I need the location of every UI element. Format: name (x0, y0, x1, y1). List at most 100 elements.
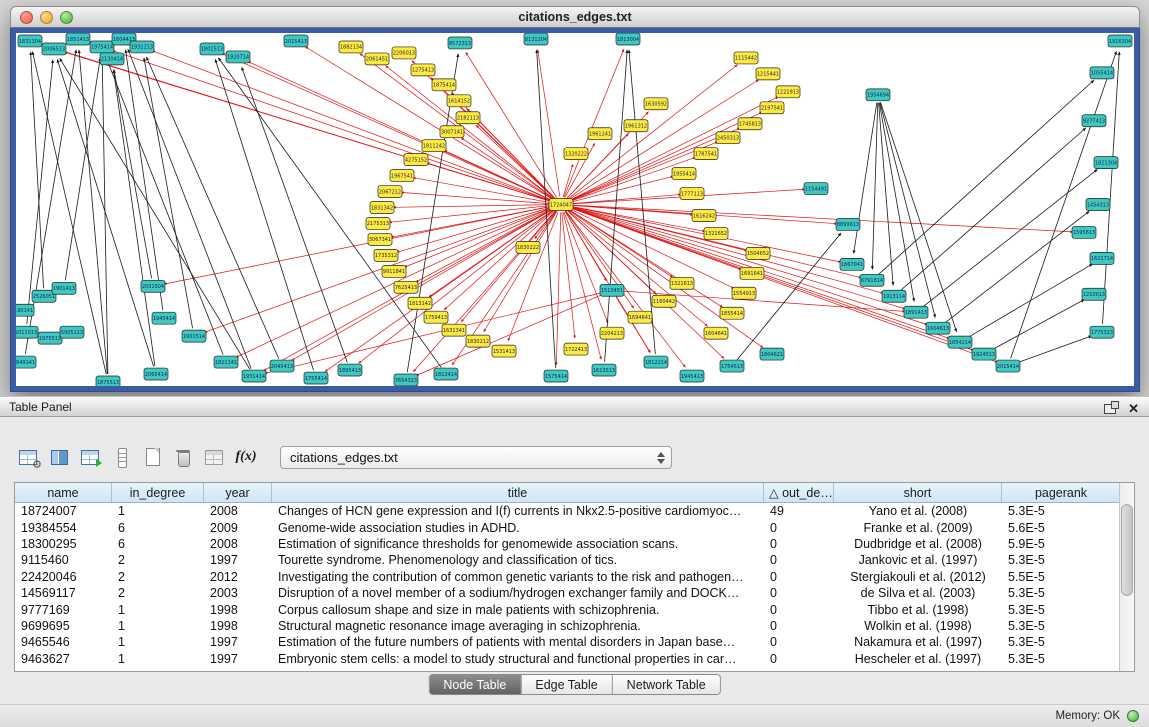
graph-node[interactable]: 1735312 (374, 249, 398, 261)
window-titlebar[interactable]: citations_edges.txt (10, 6, 1140, 28)
graph-node[interactable]: 5905113 (60, 326, 84, 338)
table-row[interactable]: 1830029562008Estimation of significance … (15, 536, 1134, 552)
graph-node[interactable]: 2045413 (270, 360, 294, 372)
graph-node[interactable]: 1531413 (492, 345, 516, 357)
graph-node[interactable]: 1961312 (624, 120, 648, 132)
table-vertical-scrollbar[interactable] (1119, 483, 1134, 671)
row-height-icon[interactable] (107, 444, 135, 470)
graph-node[interactable]: 1855414 (720, 307, 744, 319)
function-builder-icon[interactable]: f(x) (231, 444, 261, 470)
graph-node[interactable]: 1320222 (564, 148, 588, 160)
graph-node[interactable]: 3007141 (440, 126, 464, 138)
graph-node[interactable]: 1722413 (564, 343, 588, 355)
graph-node[interactable]: 1931213 (130, 41, 154, 53)
graph-node[interactable]: 1504652 (746, 247, 770, 259)
column-header-0[interactable]: name (15, 483, 112, 502)
graph-node[interactable]: 9911841 (382, 265, 406, 277)
graph-node[interactable]: 1821141 (214, 356, 238, 368)
graph-node[interactable]: 2182113 (456, 112, 480, 124)
network-graph[interactable]: 1724047188213420614512206013127541318754… (16, 33, 1134, 386)
graph-node[interactable]: 1221913 (776, 86, 800, 98)
graph-node[interactable]: 6791814 (860, 274, 884, 286)
graph-node[interactable]: 1901514 (182, 330, 206, 342)
graph-node[interactable]: 1830212 (466, 335, 490, 347)
graph-node[interactable]: 2031504 (141, 280, 165, 292)
graph-node[interactable]: 2006513 (42, 43, 66, 55)
graph-node[interactable]: 1945413 (680, 370, 704, 382)
graph-node[interactable]: 1975513 (38, 332, 62, 344)
show-columns-icon[interactable] (45, 444, 73, 470)
graph-node[interactable]: 1321652 (704, 227, 728, 239)
tab-edge-table[interactable]: Edge Table (521, 675, 612, 694)
graph-node[interactable]: 1575414 (544, 370, 568, 382)
graph-node[interactable]: 2450313 (716, 132, 740, 144)
graph-node[interactable]: 1777113 (680, 188, 704, 200)
graph-node[interactable]: 2197541 (760, 102, 784, 114)
graph-node[interactable]: 1321613 (670, 277, 694, 289)
graph-node[interactable]: 8572313 (448, 37, 472, 49)
column-header-5[interactable]: short (834, 483, 1002, 502)
graph-node[interactable]: 1854214 (948, 336, 972, 348)
graph-node[interactable]: 1055414 (1090, 67, 1114, 79)
table-row[interactable]: 1456911722003Disruption of a novel membe… (15, 585, 1134, 601)
table-row[interactable]: 946554611997Estimation of the future num… (15, 634, 1134, 650)
graph-node[interactable]: 1115442 (734, 52, 758, 64)
graph-node[interactable]: 1275413 (411, 64, 435, 76)
column-header-1[interactable]: in_degree (112, 483, 204, 502)
graph-node[interactable]: 1867041 (840, 258, 864, 270)
edit-table-icon[interactable] (76, 444, 104, 470)
graph-node[interactable]: 1891413 (904, 306, 928, 318)
graph-node[interactable]: 1821304 (1094, 157, 1118, 169)
graph-node[interactable]: 1754513 (720, 360, 744, 372)
new-table-icon[interactable] (138, 444, 166, 470)
graph-node[interactable]: 1831304 (18, 35, 42, 47)
graph-node[interactable]: 1813142 (408, 297, 432, 309)
graph-node[interactable]: 1804621 (760, 348, 784, 360)
graph-node[interactable]: 9277413 (1082, 115, 1106, 127)
graph-node[interactable]: 1812214 (644, 356, 668, 368)
graph-node[interactable]: 2067212 (378, 186, 402, 198)
graph-node[interactable]: 1630592 (644, 98, 668, 110)
import-table-icon[interactable] (200, 444, 228, 470)
graph-node[interactable]: 1621714 (1090, 252, 1114, 264)
graph-node[interactable]: 1955414 (672, 168, 696, 180)
close-panel-icon[interactable] (1128, 400, 1139, 418)
graph-node[interactable]: 1614152 (447, 95, 471, 107)
graph-node[interactable]: 1215441 (756, 68, 780, 80)
graph-node[interactable]: 1210013 (1082, 288, 1106, 300)
graph-node[interactable]: 1745813 (738, 118, 762, 130)
graph-node[interactable]: 2015414 (996, 360, 1020, 372)
table-row[interactable]: 977716911998Corpus callosum shape and si… (15, 601, 1134, 617)
delete-table-icon[interactable] (169, 444, 197, 470)
graph-node[interactable]: 1454313 (1086, 199, 1110, 211)
graph-node[interactable]: 1831342 (370, 202, 394, 214)
graph-node[interactable]: 2015413 (284, 35, 308, 47)
graph-node[interactable]: 1901413 (52, 282, 76, 294)
graph-node[interactable]: 2206013 (392, 47, 416, 59)
graph-node[interactable]: 1604613 (926, 322, 950, 334)
graph-node[interactable]: 1945414 (152, 312, 176, 324)
graph-node[interactable]: 7654313 (394, 374, 418, 386)
graph-node[interactable]: 1924513 (972, 348, 996, 360)
tab-network-table[interactable]: Network Table (613, 675, 720, 694)
graph-node[interactable]: 1875513 (96, 376, 120, 386)
graph-node[interactable]: 1967541 (390, 170, 414, 182)
graph-node[interactable]: 1931414 (242, 370, 266, 382)
graph-node[interactable]: 1691641 (740, 267, 764, 279)
graph-node[interactable]: 8899613 (836, 218, 860, 230)
graph-node[interactable]: 1513451 (600, 284, 624, 296)
table-row[interactable]: 2242004622012Investigating the contribut… (15, 569, 1134, 585)
graph-node[interactable]: 1851413 (66, 33, 90, 45)
column-header-2[interactable]: year (204, 483, 272, 502)
graph-node[interactable]: 1604641 (704, 327, 728, 339)
scrollbar-thumb[interactable] (1121, 504, 1133, 596)
table-row[interactable]: 1872400712008Changes of HCN gene express… (15, 503, 1134, 519)
graph-node[interactable]: 1554913 (732, 287, 756, 299)
table-options-icon[interactable] (14, 444, 42, 470)
graph-node[interactable]: 2190141 (16, 304, 34, 316)
graph-node[interactable]: 1875414 (432, 79, 456, 91)
table-row[interactable]: 911546021997Tourette syndrome. Phenomeno… (15, 552, 1134, 568)
graph-node[interactable]: 2175313 (366, 217, 390, 229)
graph-node[interactable]: 1154491 (804, 183, 828, 195)
graph-node[interactable]: 4275152 (404, 154, 428, 166)
